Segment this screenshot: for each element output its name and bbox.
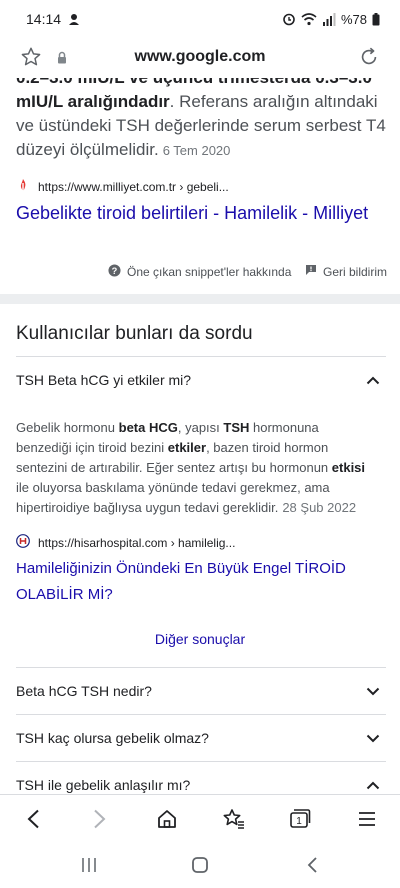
about-snippets-label: Öne çıkan snippet'ler hakkında <box>127 265 292 279</box>
wifi-icon <box>301 12 317 26</box>
people-also-ask-title: Kullanıcılar bunları da sordu <box>16 323 253 344</box>
answer-source-link[interactable]: Hamileliğinizin Önündeki En Büyük Engel … <box>16 556 376 608</box>
result-source-url: https://www.milliyet.com.tr › gebeli... <box>38 179 229 194</box>
chevron-up-icon <box>366 372 380 388</box>
url-text[interactable]: www.google.com <box>0 48 400 66</box>
menu-icon[interactable] <box>355 807 379 831</box>
milliyet-favicon-icon <box>16 178 30 195</box>
system-navigation-bar <box>0 842 400 888</box>
section-divider <box>0 294 400 304</box>
recent-apps-icon[interactable] <box>80 856 98 879</box>
question-answer: Gebelik hormonu beta HCG, yapısı TSH hor… <box>16 418 378 518</box>
answer-text: , yapısı <box>177 420 224 435</box>
bookmarks-icon[interactable] <box>222 807 246 831</box>
answer-source[interactable]: https://hisarhospital.com › hamilelig... <box>16 534 386 551</box>
result-source[interactable]: https://www.milliyet.com.tr › gebeli... <box>16 178 386 195</box>
battery-icon <box>372 12 380 26</box>
address-bar: www.google.com <box>0 38 400 78</box>
chevron-down-icon <box>366 730 380 746</box>
answer-bold: TSH <box>223 420 250 435</box>
question-row-expanded[interactable]: TSH Beta hCG yi etkiler mi? <box>16 357 386 403</box>
answer-source-url: https://hisarhospital.com › hamilelig... <box>38 535 236 550</box>
answer-bold: beta HCG <box>118 420 178 435</box>
feedback-label: Geri bildirim <box>323 264 388 279</box>
question-row[interactable]: Beta hCG TSH nedir? <box>16 668 386 714</box>
notification-icon <box>67 12 81 26</box>
more-results-button[interactable]: Diğer sonuçlar <box>0 631 400 647</box>
answer-bold: etkiler <box>167 440 207 455</box>
answer-date: 28 Şub 2022 <box>282 500 357 515</box>
help-icon: ? <box>108 264 121 280</box>
question-text: Beta hCG TSH nedir? <box>16 683 152 699</box>
feedback-row: ? Öne çıkan snippet'ler hakkında Geri bi… <box>0 264 400 284</box>
chevron-up-icon <box>366 777 380 793</box>
question-row[interactable]: TSH kaç olursa gebelik olmaz? <box>16 715 386 761</box>
home-button-icon[interactable] <box>191 856 209 879</box>
alarm-icon <box>282 12 296 26</box>
question-text: TSH ile gebelik anlaşılır mı? <box>16 777 191 793</box>
back-icon[interactable] <box>21 807 45 831</box>
svg-text:1: 1 <box>296 816 302 827</box>
feedback-icon <box>305 264 317 279</box>
status-time: 14:14 <box>26 11 62 27</box>
hisar-hospital-favicon-icon <box>16 534 30 551</box>
question-text: TSH kaç olursa gebelik olmaz? <box>16 730 209 746</box>
snippet-date: 6 Tem 2020 <box>162 143 231 158</box>
search-results: 0.2–3.0 mIU/L ve üçüncü trimesterda 0.3–… <box>0 78 400 794</box>
answer-text: Gebelik hormonu <box>16 420 119 435</box>
status-bar: 14:14 %78 <box>0 0 400 38</box>
answer-bold: etkisi <box>331 460 366 475</box>
question-text: TSH Beta hCG yi etkiler mi? <box>16 372 192 388</box>
chevron-down-icon <box>366 683 380 699</box>
tabs-icon[interactable]: 1 <box>288 807 312 831</box>
home-icon[interactable] <box>155 807 179 831</box>
question-row-expanded[interactable]: TSH ile gebelik anlaşılır mı? <box>16 762 386 794</box>
forward-icon[interactable] <box>88 807 112 831</box>
about-snippets-link[interactable]: ? Öne çıkan snippet'ler hakkında <box>108 264 291 280</box>
svg-text:?: ? <box>112 266 118 276</box>
featured-snippet-text: 0.2–3.0 mIU/L ve üçüncü trimesterda 0.3–… <box>16 78 386 163</box>
signal-icon <box>322 12 336 26</box>
system-back-icon[interactable] <box>306 856 318 879</box>
result-title-link[interactable]: Gebelikte tiroid belirtileri - Hamilelik… <box>16 200 376 226</box>
feedback-link[interactable]: Geri bildirim <box>305 264 387 279</box>
browser-toolbar: 1 <box>0 794 400 842</box>
reload-icon[interactable] <box>358 46 380 73</box>
battery-percent: %78 <box>340 11 367 27</box>
